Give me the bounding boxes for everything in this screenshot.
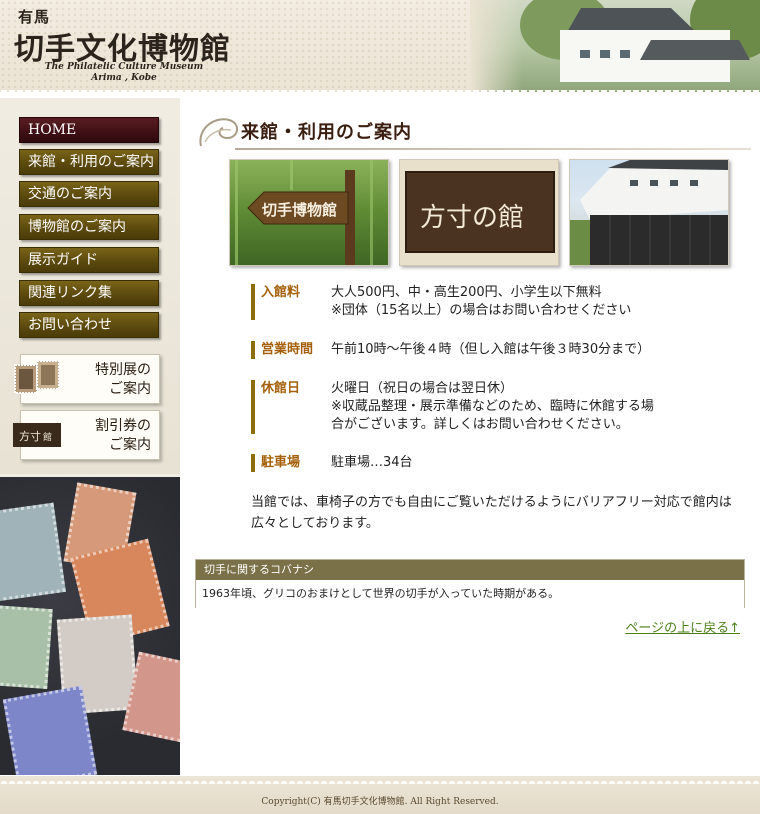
nav-exhibit-guide[interactable]: 展示ガイド [19,247,159,273]
nav-visit-info[interactable]: 来館・利用のご案内 [19,149,159,175]
info-value: 午前10時～午後４時（但し入館は午後３時30分まで） [331,341,661,359]
info-hours: 営業時間 午前10時～午後４時（但し入館は午後３時30分まで） [251,341,721,359]
stamps-photo [0,477,180,775]
stamp-edge-divider [0,90,760,92]
nav-access[interactable]: 交通のご案内 [19,181,159,207]
nav-home[interactable]: HOME [19,117,159,143]
building-roof [640,40,750,60]
signpost-photo: 切手博物館 [229,159,389,266]
sidebar: HOME 来館・利用のご案内 交通のご案内 博物館のご案内 展示ガイド 関連リン… [0,98,180,775]
svg-text:館: 館 [43,431,52,443]
info-value: 駐車場…34台 [331,454,661,472]
special-exhibit-button[interactable]: 特別展の ご案内 [14,354,160,404]
kobanashi-text: 1963年頃、グリコのおまけとして世界の切手が入っていた時期がある。 [196,580,744,608]
info-line: ※団体（15名以上）の場合はお問い合わせください [331,303,632,318]
discount-ticket-button[interactable]: 方寸 館 割引券の ご案内 [13,410,160,460]
stamp-image [2,685,98,775]
plaque-text: 方寸の館 [420,203,524,233]
signpost-text: 切手博物館 [262,201,337,219]
info-value: 火曜日（祝日の場合は翌日休） ※収蔵品整理・展示準備などのため、臨時に休館する場… [331,380,661,434]
nav-contact[interactable]: お問い合わせ [19,312,159,338]
building-window [600,50,610,58]
nav-about[interactable]: 博物館のご案内 [19,214,159,240]
info-label: 営業時間 [251,341,313,359]
stamp-thumbnail-icon [14,360,60,394]
logo-english-line: The Philatelic Culture Museum [44,62,204,72]
info-line: ※収蔵品整理・展示準備などのため、臨時に休館する場合がございます。詳しくはお問い… [331,399,654,432]
info-value: 大人500円、中・高生200円、小学生以下無料 ※団体（15名以上）の場合はお問… [331,284,661,320]
promo-line: ご案内 [109,437,151,453]
building-window [620,50,630,58]
kobanashi-title: 切手に関するコバナシ [196,560,744,580]
info-line: 大人500円、中・高生200円、小学生以下無料 [331,285,602,300]
promo-line: 特別展の [95,362,151,378]
building-illustration [570,160,728,265]
promo-line: ご案内 [109,381,151,397]
back-to-top-link[interactable]: ページの上に戻る↑ [625,617,740,636]
logo-english-line: Arima , Kobe [91,73,157,83]
nav-links[interactable]: 関連リンク集 [19,280,159,306]
title-underline [235,148,751,150]
info-line: 午前10時～午後４時（但し入館は午後３時30分まで） [331,342,651,357]
info-line: 駐車場…34台 [331,455,413,470]
site-footer: Copyright(C) 有馬切手文化博物館. All Right Reserv… [0,776,760,814]
main-content: 来館・利用のご案内 切手博物館 方寸の館 入館料 大人500円、中・高生200円… [181,98,760,775]
building-fence-photo [569,159,729,266]
building-window [580,50,590,58]
special-exhibit-label: 特別展の ご案内 [95,361,151,399]
signpost-illustration: 切手博物館 [235,160,373,265]
info-parking: 駐車場 駐車場…34台 [251,454,721,472]
stamp-image [0,605,53,689]
info-closed-days: 休館日 火曜日（祝日の場合は翌日休） ※収蔵品整理・展示準備などのため、臨時に休… [251,380,721,434]
stamp-image [0,502,66,602]
discount-ticket-label: 割引券の ご案内 [95,417,151,455]
svg-text:方寸: 方寸 [19,429,41,443]
plaque-photo: 方寸の館 [399,159,559,266]
info-label: 駐車場 [251,454,300,472]
barrier-free-note: 当館では、車椅子の方でも自由にご覧いただけるようにバリアフリー対応で館内は広々と… [251,495,732,531]
stamp-edge-divider [0,776,760,784]
page-title: 来館・利用のご案内 [241,122,412,143]
info-label: 休館日 [251,380,300,434]
page-title-bar: 来館・利用のご案内 [195,112,751,152]
plaque-illustration: 方寸の館 [405,171,555,253]
info-label: 入館料 [251,284,300,320]
logo-english: The Philatelic Culture Museum Arima , Ko… [44,62,204,84]
site-header: 有馬 切手文化博物館 The Philatelic Culture Museum… [0,0,760,92]
kobanashi-box: 切手に関するコバナシ 1963年頃、グリコのおまけとして世界の切手が入っていた時… [195,559,745,608]
info-admission: 入館料 大人500円、中・高生200円、小学生以下無料 ※団体（15名以上）の場… [251,284,721,320]
info-line: 火曜日（祝日の場合は翌日休） [331,381,514,396]
plaque-thumbnail-icon: 方寸 館 [13,423,61,447]
promo-line: 割引券の [95,418,151,434]
copyright-text: Copyright(C) 有馬切手文化博物館. All Right Reserv… [261,797,499,807]
